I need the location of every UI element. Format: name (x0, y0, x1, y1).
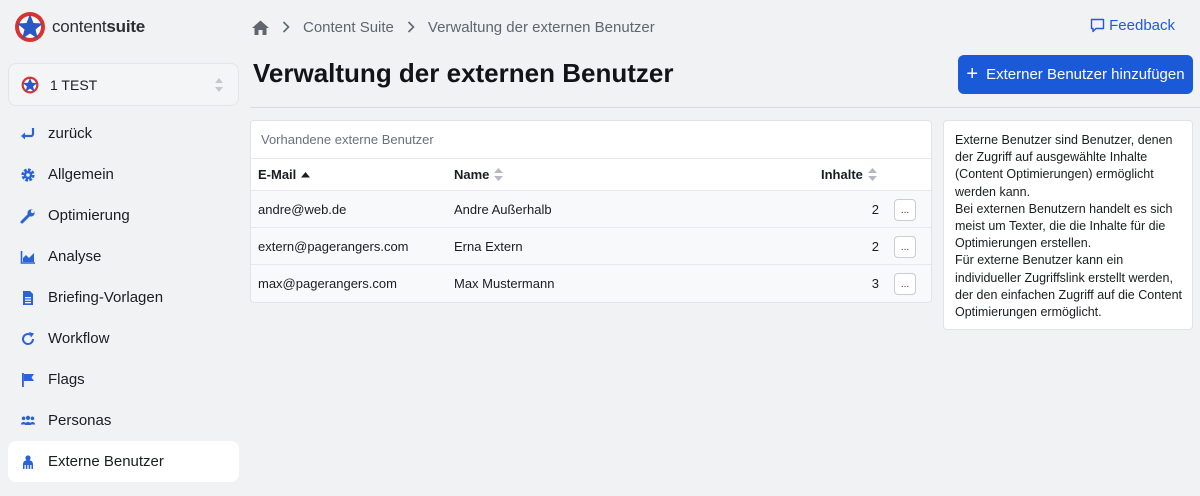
app-logo[interactable]: contentsuite (14, 11, 145, 43)
sort-icon (867, 168, 877, 181)
feedback-label: Feedback (1109, 17, 1175, 34)
cell-name: Max Mustermann (454, 276, 555, 291)
project-name: 1 TEST (50, 76, 98, 93)
info-box: Externe Benutzer sind Benutzer, denen de… (943, 120, 1193, 330)
sidebar-item-label: Analyse (48, 248, 102, 265)
breadcrumb-content-suite[interactable]: Content Suite (303, 19, 394, 36)
sidebar-item-analyse[interactable]: Analyse (8, 236, 239, 277)
sidebar: contentsuite 1 TEST zurück Allgemein Opt… (0, 0, 246, 496)
chevron-right-icon (282, 21, 290, 33)
cell-name: Andre Außerhalb (454, 201, 552, 217)
row-actions-button[interactable]: ... (894, 273, 916, 295)
sidebar-item-workflow[interactable]: Workflow (8, 318, 239, 359)
table-row: extern@pagerangers.com Erna Extern 2 ... (251, 228, 931, 265)
breadcrumb-current: Verwaltung der externen Benutzer (427, 18, 655, 36)
home-icon[interactable] (252, 20, 269, 35)
sidebar-nav: zurück Allgemein Optimierung Analyse Bri… (8, 113, 239, 482)
document-icon (20, 290, 36, 306)
cell-email: extern@pagerangers.com (258, 238, 409, 254)
sort-icon (494, 168, 504, 181)
info-paragraph: Externe Benutzer sind Benutzer, denen de… (955, 133, 1173, 199)
external-user-icon (20, 454, 36, 470)
chevron-right-icon (407, 21, 415, 33)
cell-inhalte: 3 (871, 276, 879, 291)
table-header-row: E-Mail Name Inhalte (251, 159, 931, 191)
sidebar-item-label: Allgemein (48, 166, 114, 183)
sidebar-item-briefing-vorlagen[interactable]: Briefing-Vorlagen (8, 277, 239, 318)
sidebar-item-personas[interactable]: Personas (8, 400, 239, 441)
sidebar-item-label: Optimierung (48, 207, 130, 224)
refresh-icon (20, 331, 36, 347)
sidebar-item-optimierung[interactable]: Optimierung (8, 195, 239, 236)
add-external-user-button[interactable]: + Externer Benutzer hinzufügen (958, 55, 1193, 94)
table-caption: Vorhandene externe Benutzer (251, 121, 931, 159)
sidebar-item-zurueck[interactable]: zurück (8, 113, 239, 154)
cell-inhalte: 2 (871, 201, 879, 217)
cell-inhalte: 2 (871, 238, 879, 254)
cell-email: andre@web.de (258, 201, 347, 217)
feedback-link[interactable]: Feedback (1090, 17, 1175, 34)
plus-icon: + (966, 62, 979, 85)
arrow-return-icon (20, 126, 36, 142)
sidebar-item-label: Personas (48, 412, 112, 429)
sidebar-item-allgemein[interactable]: Allgemein (8, 154, 239, 195)
flag-icon (20, 372, 36, 388)
sidebar-item-externe-benutzer[interactable]: Externe Benutzer (8, 441, 239, 482)
area-chart-icon (20, 249, 36, 265)
sidebar-item-flags[interactable]: Flags (8, 359, 239, 400)
wrench-icon (20, 208, 36, 224)
sort-ascending-icon (301, 171, 311, 177)
info-paragraph: Bei externen Benutzern handelt es sich m… (955, 201, 1173, 251)
sidebar-item-label: zurück (48, 125, 93, 142)
info-paragraph: Für externe Benutzer kann ein individuel… (955, 253, 1183, 320)
sidebar-item-label: Briefing-Vorlagen (48, 289, 164, 306)
column-header-email[interactable]: E-Mail (258, 167, 311, 182)
users-icon (20, 413, 36, 429)
cell-email: max@pagerangers.com (258, 276, 397, 291)
column-header-name-label: Name (454, 167, 490, 182)
column-header-inhalte[interactable]: Inhalte (821, 167, 877, 182)
table-row: max@pagerangers.com Max Mustermann 3 ... (251, 265, 931, 302)
project-selector[interactable]: 1 TEST (8, 63, 239, 106)
column-header-email-label: E-Mail (258, 167, 297, 182)
chat-bubble-icon (1090, 18, 1105, 33)
logo-text: contentsuite (52, 17, 146, 36)
logo-star-icon (15, 12, 45, 42)
project-logo-icon (21, 76, 39, 93)
row-actions-button[interactable]: ... (894, 199, 916, 221)
column-header-inhalte-label: Inhalte (821, 167, 863, 182)
add-button-label: Externer Benutzer hinzufügen (986, 66, 1185, 83)
sidebar-item-label: Flags (48, 371, 85, 388)
table-row: andre@web.de Andre Außerhalb 2 ... (251, 191, 931, 228)
breadcrumb: Content Suite Verwaltung der externen Be… (252, 17, 655, 37)
row-actions-button[interactable]: ... (894, 236, 916, 258)
sidebar-item-label: Externe Benutzer (48, 453, 164, 470)
column-header-name[interactable]: Name (454, 167, 504, 182)
header-divider (250, 107, 1200, 108)
sidebar-item-label: Workflow (48, 330, 110, 347)
select-arrows-icon (215, 78, 223, 92)
gear-icon (20, 167, 36, 183)
page-title: Verwaltung der externen Benutzer (253, 58, 674, 88)
cell-name: Erna Extern (454, 238, 523, 254)
external-users-table-card: Vorhandene externe Benutzer E-Mail Name … (250, 120, 932, 303)
